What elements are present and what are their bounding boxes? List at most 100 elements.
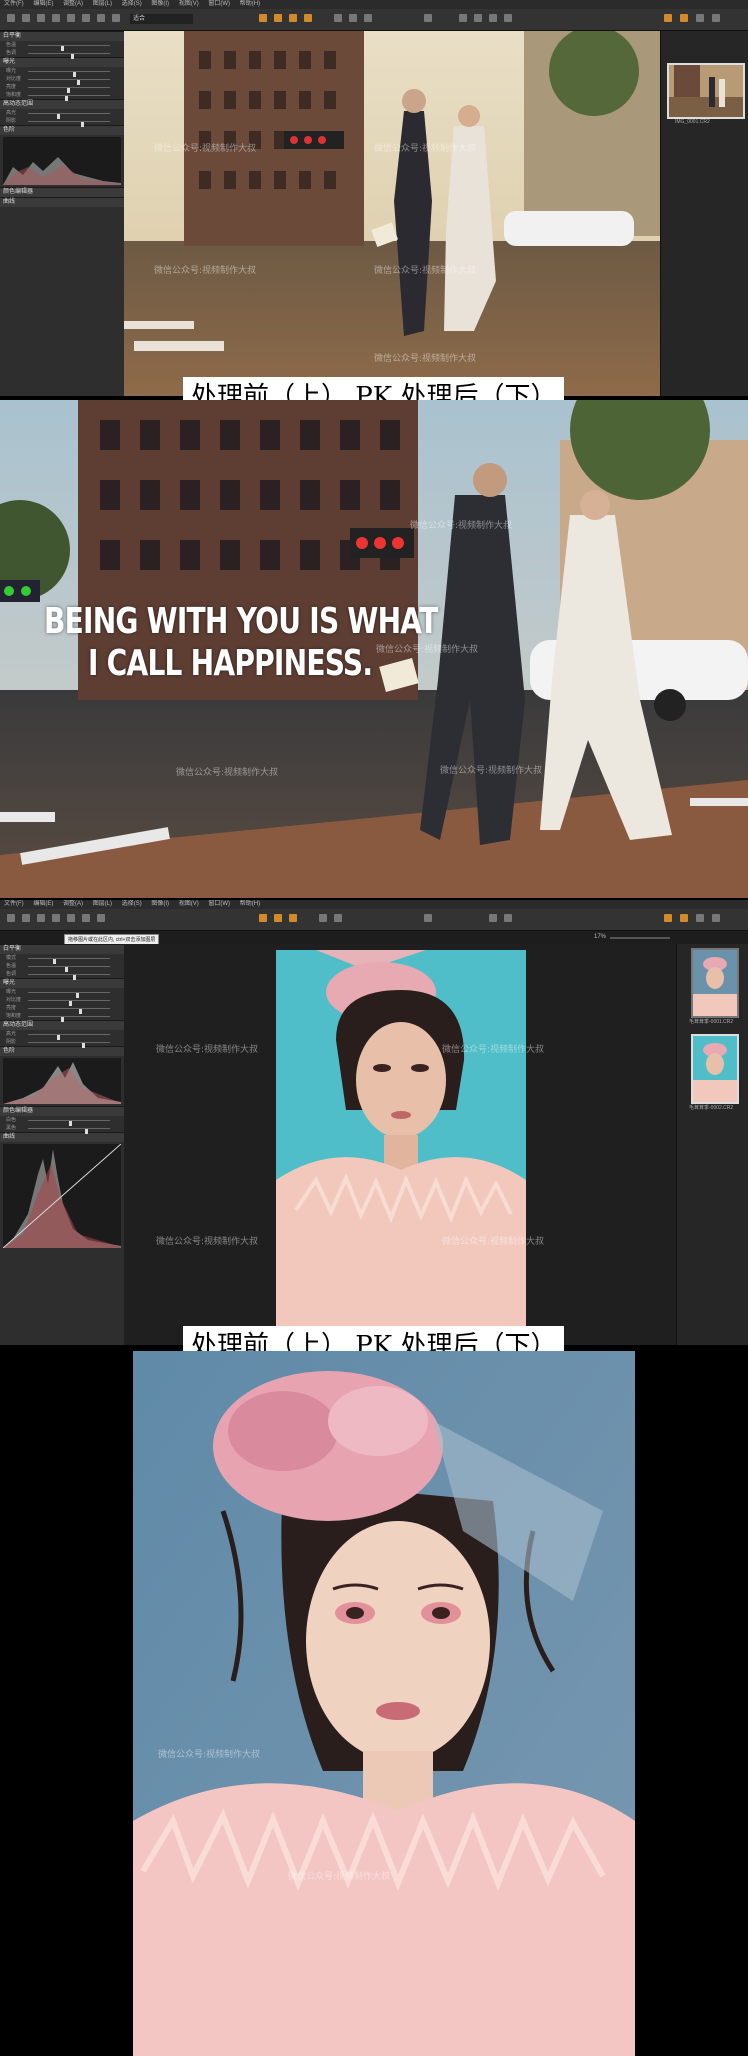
slider-row[interactable]: 对比度 [0,75,124,85]
upload-icon[interactable] [424,14,432,22]
slider-row[interactable]: 亮度 [0,83,124,93]
cursor-icon[interactable] [52,14,60,22]
warning-icon[interactable] [664,914,672,922]
section-white-balance[interactable]: 白平衡 [0,944,124,954]
menu-layer[interactable]: 图层(L) [93,1,112,7]
eraser-icon[interactable] [274,14,282,22]
heal-icon[interactable] [334,14,342,22]
slider-row[interactable]: 阴影 [0,1038,124,1048]
help-icon[interactable] [712,14,720,22]
undo-icon[interactable] [489,14,497,22]
section-curves[interactable]: 曲线 [0,1132,124,1142]
text-icon[interactable] [97,914,105,922]
menu-select[interactable]: 选择(S) [122,901,142,907]
menu-window[interactable]: 窗口(W) [208,1,230,7]
menu-adjust[interactable]: 调整(A) [63,901,83,907]
menu-edit[interactable]: 编辑(E) [33,1,53,7]
redo-icon[interactable] [504,14,512,22]
section-color-editor[interactable]: 颜色编辑器 [0,1106,124,1116]
menu-view[interactable]: 视图(V) [179,901,199,907]
curves-graph[interactable] [2,1143,122,1249]
slider-row[interactable]: 色调 [0,49,124,59]
mask-icon[interactable] [364,14,372,22]
gradient-icon[interactable] [289,914,297,922]
section-exposure[interactable]: 曝光 [0,57,124,67]
thumbnail[interactable] [691,948,739,1018]
gear-icon[interactable] [696,914,704,922]
menu-file[interactable]: 文件(F) [4,1,24,7]
menu-image[interactable]: 图像(I) [151,1,169,7]
radial-icon[interactable] [304,14,312,22]
slider-row[interactable]: 高光 [0,1030,124,1040]
copy-icon[interactable] [474,14,482,22]
menu-image[interactable]: 图像(I) [151,901,169,907]
slider-row[interactable]: 对比度 [0,996,124,1006]
menu-adjust[interactable]: 调整(A) [63,1,83,7]
folder-icon[interactable] [22,14,30,22]
text-icon[interactable] [112,14,120,22]
slider-row[interactable]: 色温 [0,962,124,972]
menu-edit[interactable]: 编辑(E) [33,901,53,907]
cursor-icon[interactable] [52,914,60,922]
brush-icon[interactable] [259,14,267,22]
camera-icon[interactable] [37,14,45,22]
section-exposure[interactable]: 曝光 [0,978,124,988]
menu-help[interactable]: 帮助(H) [240,1,260,7]
redo-icon[interactable] [504,914,512,922]
section-levels[interactable]: 色阶 [0,125,124,135]
image-viewer[interactable]: 微信公众号:视频制作大叔 微信公众号:视频制作大叔 微信公众号:视频制作大叔 微… [124,944,676,1345]
hand-icon[interactable] [82,914,90,922]
heal-icon[interactable] [319,914,327,922]
crop-icon[interactable] [67,914,75,922]
clone-icon[interactable] [334,914,342,922]
warning-icon[interactable] [664,14,672,22]
section-white-balance[interactable]: 白平衡 [0,31,124,41]
folder-icon[interactable] [22,914,30,922]
thumbnail-selected[interactable] [691,1034,739,1104]
section-hdr[interactable]: 高动态范围 [0,99,124,109]
slider-row[interactable]: 黑色 [0,1124,124,1134]
image-viewer[interactable]: 微信公众号:视频制作大叔 微信公众号:视频制作大叔 微信公众号:视频制作大叔 微… [124,31,660,396]
slider-row[interactable]: 阴影 [0,117,124,127]
thumbnail[interactable] [667,63,745,119]
brush-icon[interactable] [259,914,267,922]
hand-icon[interactable] [82,14,90,22]
menu-layer[interactable]: 图层(L) [93,901,112,907]
eraser-icon[interactable] [274,914,282,922]
slider-row[interactable]: 饱和度 [0,1012,124,1022]
slider-row[interactable]: 色调 [0,970,124,980]
menu-view[interactable]: 视图(V) [179,1,199,7]
slider-row[interactable]: 白色 [0,1116,124,1126]
picker-icon[interactable] [459,14,467,22]
slider-row[interactable]: 曝光 [0,988,124,998]
layer-icon[interactable] [680,14,688,22]
slider-row[interactable]: 曝光 [0,67,124,77]
menu-help[interactable]: 帮助(H) [240,901,260,907]
crop-icon[interactable] [67,14,75,22]
zoom-select[interactable]: 适合 [130,14,193,24]
undo-icon[interactable] [489,914,497,922]
zoom-icon[interactable] [97,14,105,22]
camera-icon[interactable] [37,914,45,922]
menu-file[interactable]: 文件(F) [4,901,24,907]
editor-window-2: 文件(F) 编辑(E) 调整(A) 图层(L) 选择(S) 图像(I) 视图(V… [0,900,748,1345]
clone-icon[interactable] [349,14,357,22]
slider-row[interactable]: 色温 [0,41,124,51]
gear-icon[interactable] [696,14,704,22]
grid-icon[interactable] [7,14,15,22]
slider-row[interactable]: 亮度 [0,1004,124,1014]
menu-select[interactable]: 选择(S) [122,1,142,7]
slider-row[interactable]: 高光 [0,109,124,119]
section-curves[interactable]: 曲线 [0,197,124,207]
zoom-slider[interactable] [610,937,670,939]
layer-icon[interactable] [680,914,688,922]
gradient-icon[interactable] [289,14,297,22]
section-levels[interactable]: 色阶 [0,1046,124,1056]
menu-window[interactable]: 窗口(W) [208,901,230,907]
section-color-editor[interactable]: 颜色编辑器 [0,187,124,197]
upload-icon[interactable] [424,914,432,922]
grid-icon[interactable] [7,914,15,922]
help-icon[interactable] [712,914,720,922]
slider-row[interactable]: 饱和度 [0,91,124,101]
slider-row[interactable]: 模式 [0,954,124,964]
